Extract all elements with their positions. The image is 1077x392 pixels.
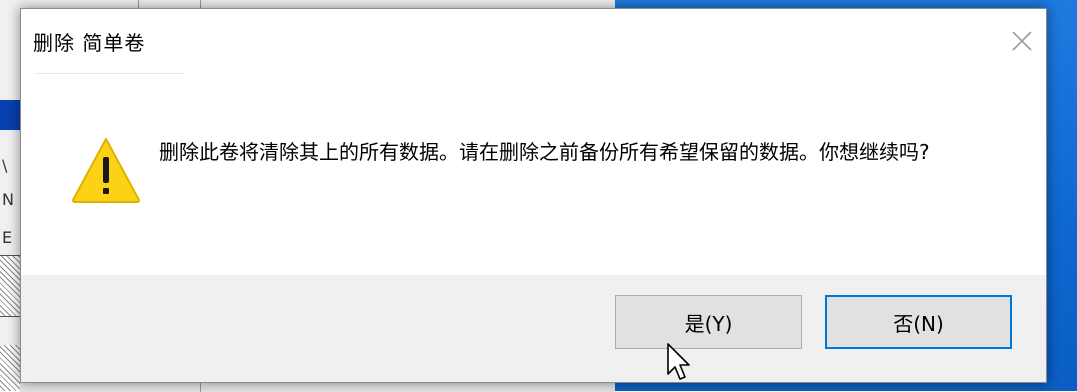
background-selection-strip — [0, 100, 20, 130]
background-hatched-volume — [0, 255, 20, 317]
background-hatched-volume — [0, 345, 20, 391]
delete-volume-dialog: 删除 简单卷 删除此卷将清除其上的所有数据。请在删除之前备份所有希望保留的数据。… — [20, 8, 1047, 383]
close-button[interactable] — [1008, 27, 1036, 55]
no-button[interactable]: 否(N) — [825, 295, 1012, 349]
yes-button[interactable]: 是(Y) — [615, 295, 802, 349]
dialog-message: 删除此卷将清除其上的所有数据。请在删除之前备份所有希望保留的数据。你想继续吗? — [159, 140, 930, 164]
title-divider — [35, 73, 185, 74]
background-glyph: E — [2, 228, 13, 247]
background-column-divider — [200, 0, 201, 8]
background-glyph: \ — [2, 156, 8, 175]
mouse-pointer-icon — [666, 342, 692, 382]
warning-icon — [71, 137, 141, 203]
background-window-left: \ N E — [0, 0, 21, 391]
dialog-title: 删除 简单卷 — [33, 31, 146, 55]
background-column-divider — [138, 0, 139, 8]
background-glyph: N — [2, 190, 14, 209]
close-icon — [1012, 31, 1032, 51]
